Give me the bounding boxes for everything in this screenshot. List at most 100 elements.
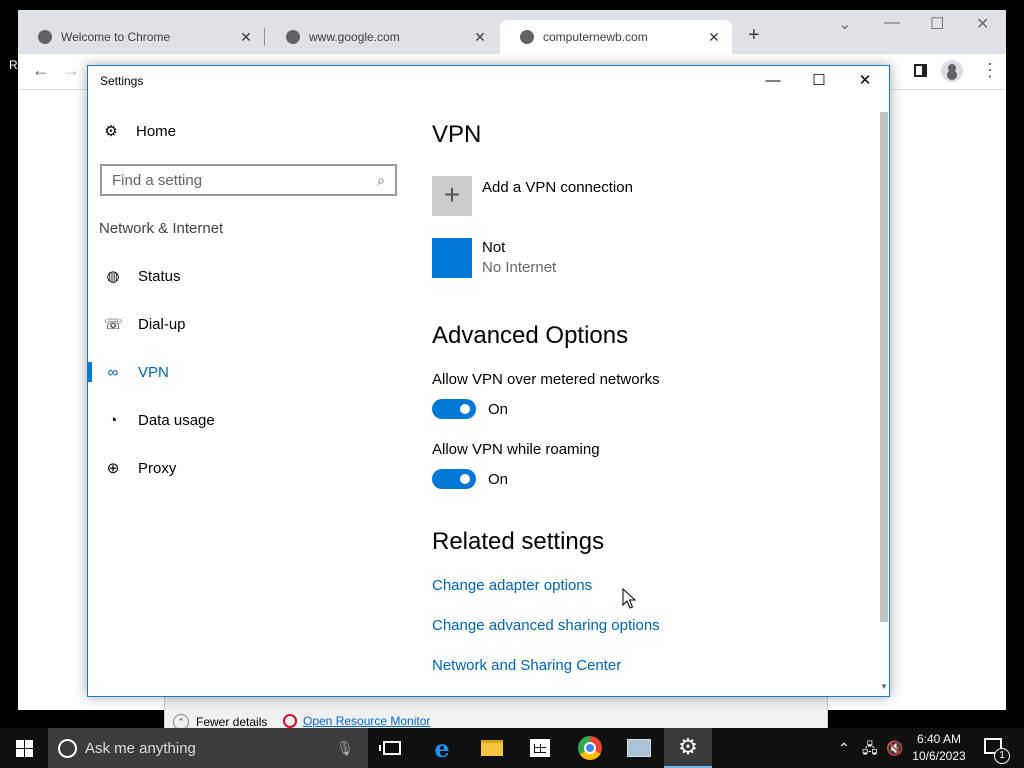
volume-muted-icon[interactable]: 🔇 <box>886 728 903 768</box>
roaming-option-label: Allow VPN while roaming <box>432 441 600 458</box>
metered-toggle-row: On <box>432 399 508 419</box>
fewer-details-label: Fewer details <box>196 715 268 729</box>
forward-arrow-icon[interactable]: → <box>62 60 80 81</box>
tab-welcome[interactable]: Welcome to Chrome ✕ <box>18 20 264 54</box>
minimize-icon[interactable]: — <box>884 14 900 32</box>
start-button[interactable] <box>0 728 48 768</box>
nav-item-label: Dial-up <box>138 315 186 333</box>
tab-separator <box>264 28 265 46</box>
roaming-toggle-state: On <box>488 470 509 488</box>
edge-taskbar-button[interactable]: e <box>418 728 466 768</box>
metered-toggle[interactable] <box>432 399 476 419</box>
settings-search[interactable]: ⌕ <box>100 164 397 196</box>
vpn-page-content: VPN + Add a VPN connection Not No Intern… <box>432 66 872 696</box>
edge-icon: e <box>434 733 450 763</box>
nav-item-vpn[interactable]: ∞ VPN <box>88 348 408 396</box>
nav-item-label: Data usage <box>138 411 215 429</box>
metered-toggle-state: On <box>488 400 509 418</box>
nav-item-label: Status <box>138 267 181 285</box>
globe-icon: ⊕ <box>106 460 120 477</box>
file-explorer-taskbar-button[interactable] <box>468 728 516 768</box>
settings-nav: ◍ Status ☏ Dial-up ∞ VPN ◔ Data usage ⊕ … <box>88 252 408 492</box>
vpn-connection-name: Not <box>482 239 506 256</box>
globe-status-icon: ◍ <box>106 268 120 285</box>
tab-close-icon[interactable]: ✕ <box>704 29 724 46</box>
tab-close-icon[interactable]: ✕ <box>470 29 490 46</box>
cortana-icon <box>58 738 77 758</box>
task-view-button[interactable] <box>368 728 416 768</box>
close-icon[interactable]: ✕ <box>976 14 989 34</box>
tab-google[interactable]: www.google.com ✕ <box>266 20 498 54</box>
nav-item-label: Proxy <box>138 459 177 477</box>
nav-item-status[interactable]: ◍ Status <box>88 252 408 300</box>
add-vpn-label: Add a VPN connection <box>482 178 633 196</box>
tab-computernewb[interactable]: computernewb.com ✕ <box>500 20 732 54</box>
cortana-search-box[interactable]: Ask me anything 🎙 <box>48 728 368 768</box>
system-clock[interactable]: 6:40 AM 10/6/2023 <box>910 731 968 765</box>
scroll-down-icon[interactable]: ▼ <box>878 682 890 691</box>
windows-logo-icon <box>15 739 33 757</box>
resource-monitor-link[interactable]: Open Resource Monitor <box>283 714 430 728</box>
mouse-cursor-icon <box>622 588 636 609</box>
gear-icon: ⚙ <box>678 734 698 759</box>
tab-close-icon[interactable]: ✕ <box>236 29 256 46</box>
tab-strip: Welcome to Chrome ✕ www.google.com ✕ com… <box>18 10 1006 54</box>
gear-icon: ⚙ <box>104 123 118 140</box>
task-view-icon <box>379 741 401 755</box>
chrome-icon <box>578 736 602 760</box>
scrollbar[interactable]: ▼ <box>878 106 890 696</box>
more-menu-icon[interactable]: ⋮ <box>981 60 999 81</box>
settings-window: Settings — ☐ ✕ ⚙ Home ⌕ Network & Intern… <box>87 65 890 697</box>
scrollbar-thumb[interactable] <box>880 112 888 622</box>
back-arrow-icon[interactable]: ← <box>32 60 50 81</box>
nav-item-data-usage[interactable]: ◔ Data usage <box>88 396 408 444</box>
network-disconnected-icon[interactable]: 🖧 <box>862 728 878 768</box>
store-taskbar-button[interactable] <box>516 728 564 768</box>
nav-item-proxy[interactable]: ⊕ Proxy <box>88 444 408 492</box>
section-label: Network & Internet <box>99 220 224 237</box>
nav-item-label: VPN <box>138 363 169 381</box>
add-vpn-button[interactable]: + Add a VPN connection <box>432 176 633 216</box>
globe-favicon-icon <box>38 30 52 44</box>
home-nav-item[interactable]: ⚙ Home <box>102 122 177 141</box>
globe-favicon-icon <box>520 30 534 44</box>
cortana-placeholder: Ask me anything <box>85 739 196 757</box>
clock-date: 10/6/2023 <box>912 749 966 763</box>
roaming-toggle-row: On <box>432 469 508 489</box>
side-panel-icon[interactable] <box>914 64 927 77</box>
window-title: Settings <box>100 74 144 88</box>
new-tab-button[interactable]: + <box>748 24 760 47</box>
search-input[interactable] <box>112 171 378 189</box>
notification-count-badge: 1 <box>994 748 1010 764</box>
advanced-options-heading: Advanced Options <box>432 322 629 349</box>
microphone-icon[interactable]: 🎙 <box>336 740 354 757</box>
partial-window-text: R <box>9 58 18 72</box>
change-adapter-options-link[interactable]: Change adapter options <box>432 577 592 594</box>
show-hidden-icons-chevron-icon[interactable]: ⌃ <box>838 728 850 768</box>
task-manager-window: ⌃ Fewer details Open Resource Monitor <box>164 696 828 730</box>
settings-taskbar-button[interactable]: ⚙ <box>664 728 712 768</box>
tab-title: computernewb.com <box>543 30 648 44</box>
home-label: Home <box>136 122 177 140</box>
maximize-icon[interactable]: ☐ <box>930 14 944 34</box>
tab-search-chevron-icon[interactable]: ⌄ <box>838 14 851 34</box>
plus-icon: + <box>432 176 472 216</box>
metered-option-label: Allow VPN over metered networks <box>432 371 660 388</box>
task-manager-taskbar-button[interactable] <box>615 728 663 768</box>
vpn-icon: ∞ <box>107 363 119 381</box>
search-icon[interactable]: ⌕ <box>377 172 385 189</box>
nav-item-dial-up[interactable]: ☏ Dial-up <box>88 300 408 348</box>
pie-chart-icon: ◔ <box>108 411 118 429</box>
vpn-connection-item[interactable]: Not No Internet <box>432 238 556 278</box>
folder-icon <box>481 740 503 756</box>
network-sharing-center-link[interactable]: Network and Sharing Center <box>432 657 621 674</box>
page-title: VPN <box>432 121 482 148</box>
chrome-taskbar-button[interactable] <box>566 728 614 768</box>
vpn-connection-status: No Internet <box>482 259 557 276</box>
clock-time: 6:40 AM <box>916 732 962 746</box>
profile-avatar-icon[interactable] <box>941 60 963 82</box>
change-sharing-options-link[interactable]: Change advanced sharing options <box>432 617 660 634</box>
roaming-toggle[interactable] <box>432 469 476 489</box>
taskbar: Ask me anything 🎙 e ⚙ ⌃ 🖧 🔇 6:40 AM 10/6… <box>0 728 1024 768</box>
resource-monitor-label: Open Resource Monitor <box>303 714 431 728</box>
